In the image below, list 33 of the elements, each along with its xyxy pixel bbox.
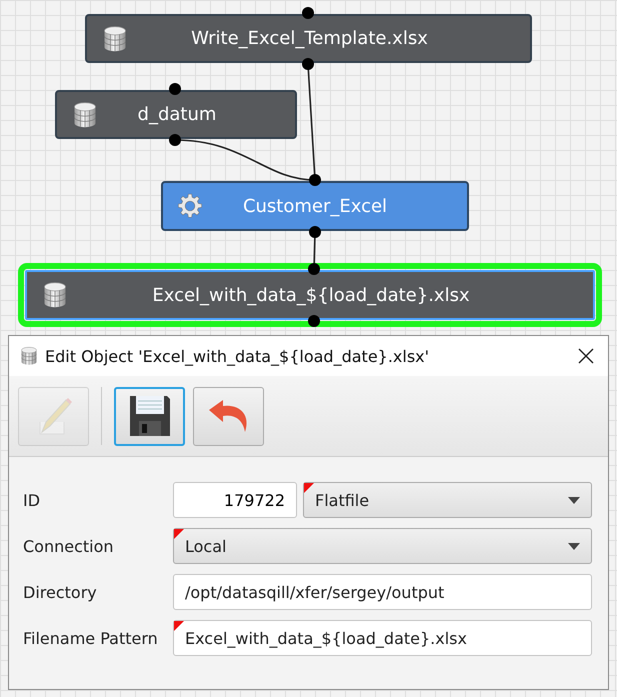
port-dot[interactable] (309, 226, 321, 238)
node-label: Excel_with_data_${load_date}.xlsx (151, 284, 471, 306)
field-label: Filename Pattern (23, 628, 159, 648)
port-dot[interactable] (308, 315, 320, 327)
undo-button[interactable] (193, 386, 264, 446)
port-dot[interactable] (302, 58, 314, 70)
field-label: Connection (23, 536, 115, 556)
port-dot[interactable] (308, 263, 320, 275)
node-label: d_datum (136, 104, 218, 125)
input-field[interactable]: 179722 (173, 482, 297, 518)
port-dot[interactable] (169, 134, 181, 146)
dialog-title: Edit Object 'Excel_with_data_${load_date}.xlsx' (45, 346, 430, 366)
database-icon (19, 346, 39, 366)
input-field[interactable]: Excel_with_data_${load_date}.xlsx (173, 620, 592, 656)
port-dot[interactable] (169, 83, 181, 95)
caret-icon (568, 542, 580, 550)
dropdown[interactable]: Flatfile (303, 482, 592, 518)
node-label: Customer_Excel (242, 196, 388, 216)
input-field[interactable]: /opt/datasqill/xfer/sergey/output (173, 574, 592, 610)
database-icon (41, 281, 69, 309)
port-dot[interactable] (309, 174, 321, 186)
gear-icon (177, 193, 203, 219)
dropdown[interactable]: Local (173, 528, 592, 564)
port-dot[interactable] (302, 7, 314, 19)
database-icon (71, 100, 99, 128)
caret-icon (568, 496, 580, 504)
database-icon (101, 24, 129, 52)
flow-node[interactable]: d_datum (55, 90, 297, 139)
save-button[interactable] (114, 386, 185, 446)
field-label: ID (23, 490, 42, 510)
flow-node[interactable]: Write_Excel_Template.xlsx (85, 14, 532, 63)
field-label: Directory (23, 582, 98, 602)
node-label: Write_Excel_Template.xlsx (190, 28, 429, 49)
